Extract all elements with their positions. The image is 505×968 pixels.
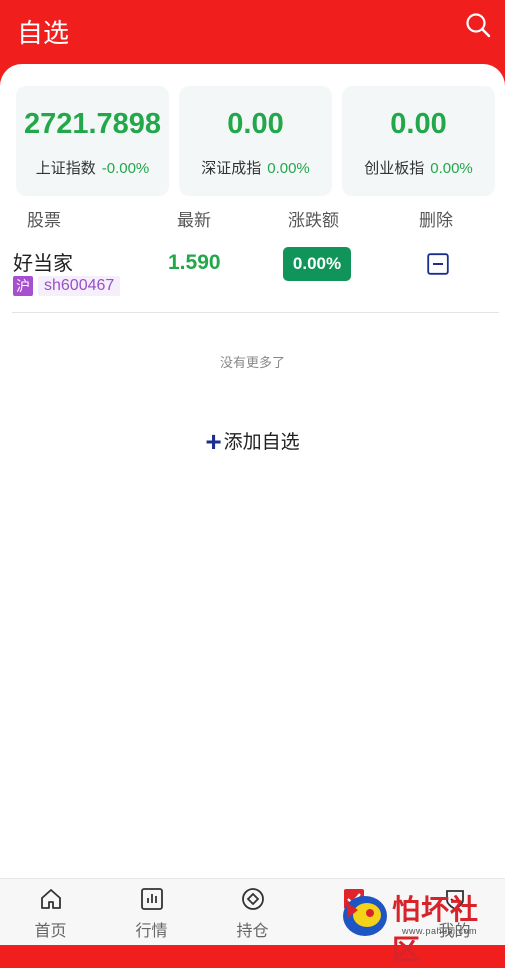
app-header: 自选 xyxy=(0,0,505,62)
plus-icon: + xyxy=(205,426,222,457)
column-header-delete: 删除 xyxy=(419,211,453,230)
index-card-shanghai[interactable]: 2721.7898 上证指数 -0.00% xyxy=(16,86,169,196)
index-card-shenzhen[interactable]: 0.00 深证成指 0.00% xyxy=(179,86,332,196)
index-change: 0.00% xyxy=(430,160,473,177)
no-more-text: 没有更多了 xyxy=(219,355,285,370)
watermark-logo-icon xyxy=(343,896,387,936)
position-icon xyxy=(241,888,264,910)
stock-name: 好当家 xyxy=(13,253,73,275)
add-watchlist-button[interactable]: + 添加自选 xyxy=(0,426,505,458)
tab-positions[interactable]: 持仓 xyxy=(202,879,303,945)
index-name: 深证成指 xyxy=(201,160,262,177)
home-icon xyxy=(40,889,61,909)
main-content: 2721.7898 上证指数 -0.00% 0.00 深证成指 0.00% 0.00… xyxy=(0,64,505,878)
change-badge: 0.00% xyxy=(283,247,351,281)
stock-code: sh600467 xyxy=(38,276,121,296)
column-header-change: 涨跌额 xyxy=(288,211,339,230)
column-header-latest: 最新 xyxy=(177,211,211,230)
row-divider xyxy=(12,312,499,313)
market-badge: 沪 xyxy=(13,276,33,296)
watermark-url: www.pahuai.com xyxy=(402,926,478,936)
index-value: 0.00 xyxy=(390,108,447,140)
column-header-stock: 股票 xyxy=(27,211,61,230)
chart-icon xyxy=(140,888,163,910)
remove-icon[interactable] xyxy=(427,253,449,275)
index-name: 创业板指 xyxy=(364,160,425,177)
stock-price: 1.590 xyxy=(168,251,221,274)
tab-market[interactable]: 行情 xyxy=(101,879,202,945)
index-value: 2721.7898 xyxy=(23,108,162,140)
index-value: 0.00 xyxy=(227,108,284,140)
tab-home[interactable]: 首页 xyxy=(0,879,101,945)
watermark: 怕坏社区 www.pahuai.com xyxy=(340,886,505,965)
index-cards: 2721.7898 上证指数 -0.00% 0.00 深证成指 0.00% 0.00… xyxy=(16,86,505,196)
search-icon[interactable] xyxy=(465,12,491,38)
add-watchlist-label: 添加自选 xyxy=(223,432,300,453)
index-name: 上证指数 xyxy=(35,160,96,177)
index-card-chinext[interactable]: 0.00 创业板指 0.00% xyxy=(342,86,495,196)
index-change: -0.00% xyxy=(101,160,150,177)
page-title: 自选 xyxy=(17,18,70,48)
index-change: 0.00% xyxy=(267,160,310,177)
